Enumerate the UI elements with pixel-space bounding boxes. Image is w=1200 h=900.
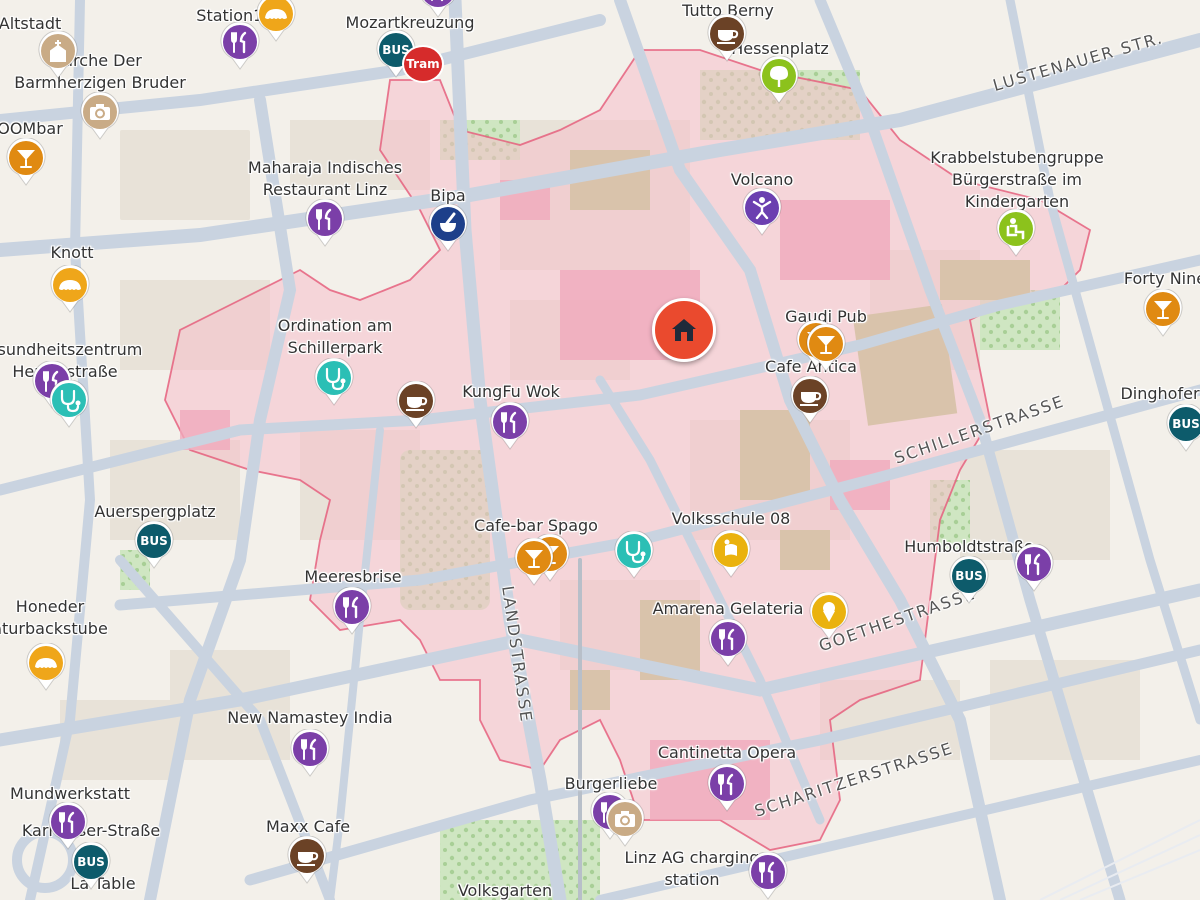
- playground-icon: [759, 56, 799, 96]
- church-icon: [38, 31, 78, 71]
- marker-gaudi-pub-2[interactable]: [806, 324, 846, 372]
- label-amarena: Amarena Gelateria: [652, 599, 804, 618]
- restaurant-icon: [290, 729, 330, 769]
- bakery-icon: [256, 0, 296, 34]
- marker-krabbelstube[interactable]: [996, 209, 1036, 257]
- restaurant-icon: [708, 619, 748, 659]
- marker-dinghofer[interactable]: BUS: [1166, 404, 1200, 452]
- school-icon: [711, 530, 751, 570]
- marker-hessenplatz[interactable]: [759, 56, 799, 104]
- restaurant-icon: [1014, 544, 1054, 584]
- marker-oombar[interactable]: [6, 138, 46, 186]
- cafe-icon: [396, 381, 436, 421]
- cocktail-icon: [1143, 289, 1183, 329]
- label-meeresbrise: Meeresbrise: [304, 567, 402, 586]
- restaurant-icon: [418, 0, 458, 10]
- restaurant-icon: [220, 22, 260, 62]
- cafe-icon: [707, 14, 747, 54]
- label-volksschule: Volksschule 08: [671, 509, 791, 528]
- tram-stop-marker[interactable]: Tram: [402, 45, 444, 83]
- marker-knott[interactable]: [50, 265, 90, 313]
- marker-tutto-berny[interactable]: [707, 14, 747, 62]
- label-forty-nine: Forty Nine: [1123, 269, 1200, 288]
- marker-humboldt-restaurant[interactable]: [1014, 544, 1054, 592]
- marker-humboldt-bus[interactable]: BUS: [949, 556, 989, 604]
- pharmacy-icon: [428, 204, 468, 244]
- stethoscope-icon: [49, 380, 89, 420]
- label-maharaja: Maharaja Indisches Restaurant Linz: [247, 158, 403, 199]
- bakery-icon: [50, 265, 90, 305]
- cocktail-icon: [514, 538, 554, 578]
- marker-meeresbrise[interactable]: [332, 587, 372, 635]
- bus-icon: BUS: [1172, 417, 1200, 431]
- cafe-icon: [790, 376, 830, 416]
- marker-amarena[interactable]: [809, 592, 849, 640]
- marker-cafe-antica[interactable]: [790, 376, 830, 424]
- label-oombar: OOMbar: [0, 119, 63, 138]
- cafe-icon: [287, 836, 327, 876]
- restaurant-icon: [490, 402, 530, 442]
- stethoscope-icon: [314, 358, 354, 398]
- marker-ordination[interactable]: [314, 358, 354, 406]
- marker-ordination-cafe[interactable]: [396, 381, 436, 429]
- restaurant-icon: [332, 587, 372, 627]
- camera-icon: [605, 799, 645, 839]
- kindergarten-icon: [996, 209, 1036, 249]
- label-krabbelstube: Krabbelstubengruppe Bürgerstraße im Kind…: [930, 148, 1104, 211]
- label-knott: Knott: [50, 243, 94, 262]
- marker-gesundheitszentrum[interactable]: [49, 380, 89, 428]
- label-kungfu-wok: KungFu Wok: [462, 382, 560, 401]
- bakery-icon: [26, 643, 66, 683]
- marker-auerspergplatz[interactable]: BUS: [134, 521, 174, 569]
- marker-mozartkreuzung[interactable]: [418, 0, 458, 18]
- marker-forty-nine[interactable]: [1143, 289, 1183, 337]
- marker-kirche[interactable]: [38, 31, 78, 79]
- base-map: [0, 0, 1200, 900]
- bus-icon: BUS: [140, 534, 168, 548]
- cocktail-icon: [806, 324, 846, 364]
- label-dinghofer: Dinghofer: [1120, 384, 1200, 403]
- bus-icon: BUS: [77, 855, 105, 869]
- marker-honeder[interactable]: [26, 643, 66, 691]
- marker-burgerliebe-photo[interactable]: [605, 799, 645, 847]
- marker-new-namastey[interactable]: [290, 729, 330, 777]
- restaurant-icon: [748, 852, 788, 892]
- bus-icon: BUS: [955, 569, 983, 583]
- label-volksgarten: Volksgarten: [457, 881, 553, 900]
- marker-oombar-photo[interactable]: [80, 92, 120, 140]
- marker-cafe-bar-spago[interactable]: [514, 538, 554, 586]
- label-linz-ag: Linz AG charging station: [624, 848, 760, 889]
- marker-volksschule[interactable]: [711, 530, 751, 578]
- marker-spago-health[interactable]: [614, 531, 654, 579]
- marker-cantinetta[interactable]: [707, 764, 747, 812]
- marker-volcano[interactable]: [742, 188, 782, 236]
- marker-station183[interactable]: [256, 0, 296, 42]
- label-honeder: Honeder aturbackstube: [0, 597, 108, 638]
- restaurant-icon: [48, 802, 88, 842]
- stethoscope-icon: [614, 531, 654, 571]
- home-location-marker[interactable]: [652, 298, 716, 362]
- marker-restaurant-station183[interactable]: [220, 22, 260, 70]
- cocktail-icon: [6, 138, 46, 178]
- marker-la-table-bus[interactable]: BUS: [71, 842, 111, 890]
- map-canvas[interactable]: LUSTENAUER STR. SCHILLERSTRASSE GOETHEST…: [0, 0, 1200, 900]
- label-new-namastey: New Namastey India: [227, 708, 393, 727]
- marker-maxx-cafe[interactable]: [287, 836, 327, 884]
- icecream-icon: [809, 592, 849, 632]
- home-icon: [672, 319, 696, 341]
- marker-maharaja[interactable]: [305, 199, 345, 247]
- label-maxx-cafe: Maxx Cafe: [265, 817, 351, 836]
- label-karl-wiser: Karl-Wiser-Straße: [21, 821, 161, 840]
- leisure-icon: [742, 188, 782, 228]
- marker-amarena-restaurant[interactable]: [708, 619, 748, 667]
- marker-bipa[interactable]: [428, 204, 468, 252]
- marker-kungfu-wok[interactable]: [490, 402, 530, 450]
- label-ordination: Ordination am Schillerpark: [277, 316, 393, 357]
- marker-linz-ag[interactable]: [748, 852, 788, 900]
- restaurant-icon: [305, 199, 345, 239]
- label-cantinetta: Cantinetta Opera: [657, 743, 797, 762]
- label-auerspergplatz: Auerspergplatz: [94, 502, 216, 521]
- restaurant-icon: [707, 764, 747, 804]
- camera-icon: [80, 92, 120, 132]
